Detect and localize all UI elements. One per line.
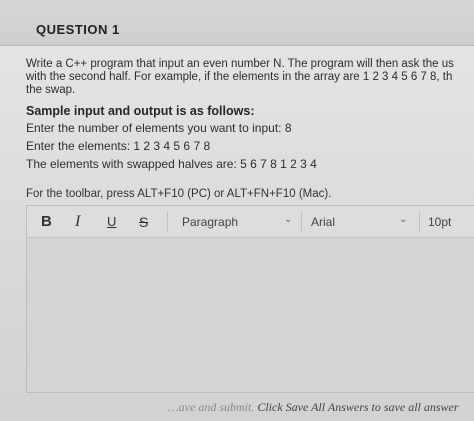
question-text-line: with the second half. For example, if th… (26, 71, 453, 83)
toolbar-divider (167, 212, 168, 232)
font-select[interactable]: Arial ⌄ (305, 206, 419, 238)
save-instructions-prefix: …ave and submit. (168, 400, 258, 414)
paragraph-select[interactable]: Paragraph ⌄ (172, 206, 300, 238)
toolbar-divider (301, 212, 302, 232)
paragraph-select-value: Paragraph (182, 215, 239, 229)
chevron-down-icon: ⌄ (399, 214, 408, 225)
toolbar-hint: For the toolbar, press ALT+F10 (PC) or A… (26, 188, 332, 200)
font-select-value: Arial (311, 215, 336, 229)
rich-text-editor: B I U S Paragraph ⌄ Arial ⌄ 10pt (26, 205, 474, 393)
font-size-select[interactable]: 10pt (420, 206, 474, 238)
question-page: QUESTION 1 Write a C++ program that inpu… (0, 0, 474, 421)
save-instructions-text: Click Save All Answers to save all answe… (257, 400, 459, 414)
editor-toolbar: B I U S Paragraph ⌄ Arial ⌄ 10pt (27, 206, 474, 238)
font-size-select-value: 10pt (428, 215, 452, 229)
question-text-line: Write a C++ program that input an even n… (26, 58, 454, 70)
italic-button[interactable]: I (75, 214, 80, 230)
question-header: QUESTION 1 (0, 0, 474, 46)
sample-line: Enter the elements: 1 2 3 4 5 6 7 8 (26, 139, 211, 153)
question-text-line: the swap. (26, 84, 76, 96)
chevron-down-icon: ⌄ (284, 214, 293, 225)
save-instructions: …ave and submit. Click Save All Answers … (168, 400, 459, 415)
question-body: Write a C++ program that input an even n… (26, 58, 474, 173)
sample-heading: Sample input and output is as follows: (26, 104, 255, 118)
sample-line: Enter the number of elements you want to… (26, 121, 292, 135)
underline-button[interactable]: U (107, 214, 116, 230)
question-title: QUESTION 1 (36, 22, 120, 37)
sample-line: The elements with swapped halves are: 5 … (26, 157, 317, 171)
strikethrough-button[interactable]: S (139, 214, 148, 230)
bold-button[interactable]: B (41, 214, 52, 230)
answer-text-area[interactable] (27, 239, 474, 394)
